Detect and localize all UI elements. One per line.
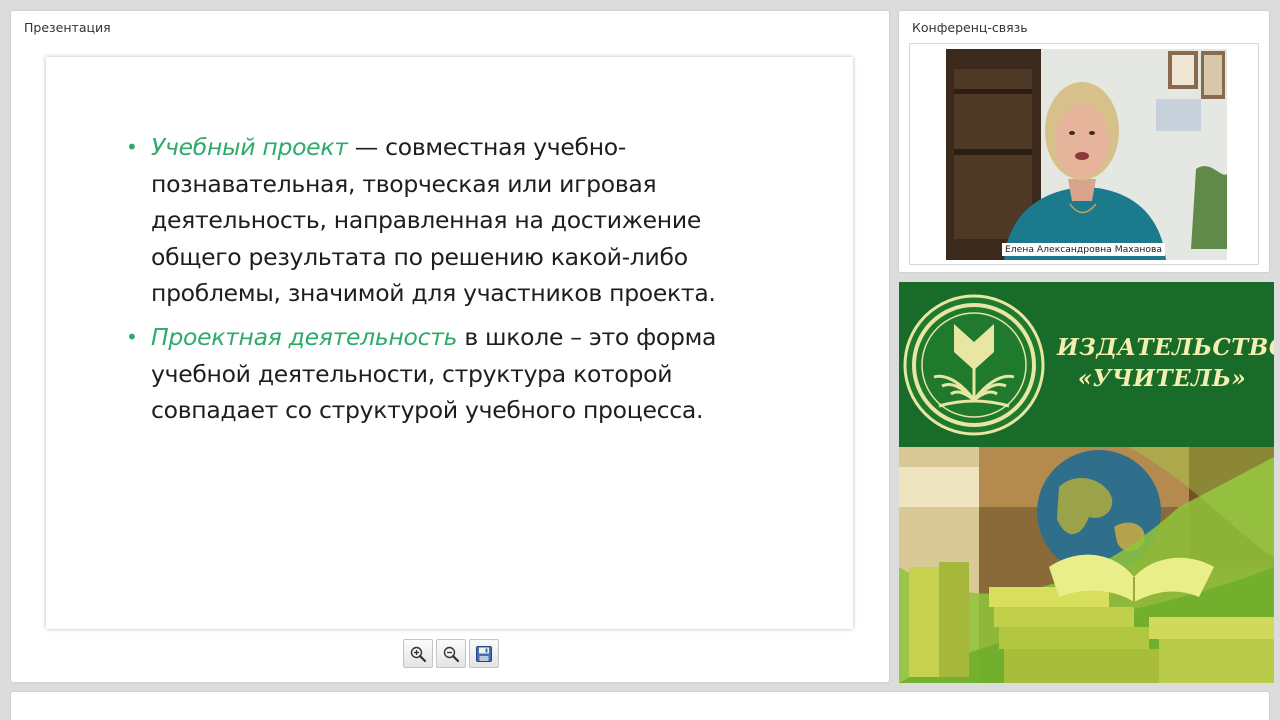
slide-bullet-list: • Учебный проект — совместная учебно-позн… [124,129,764,436]
books-globe-illustration [899,447,1274,683]
publisher-logo-area: ИЗДАТЕЛЬСТВО «УЧИТЕЛЬ» [899,282,1274,447]
zoom-out-button[interactable] [436,639,466,668]
publisher-name-line1: ИЗДАТЕЛЬСТВО [1057,334,1274,361]
bullet-dot-icon: • [126,135,138,159]
presentation-panel-title: Презентация [24,20,111,35]
publisher-books-image [899,447,1274,683]
conference-panel-title: Конференц-связь [912,20,1028,35]
presentation-toolbar [403,639,499,668]
presentation-panel: Презентация • Учебный проект — совместная… [11,11,889,682]
bullet-term: Проектная деятельность [151,322,458,351]
slide-bullet-item: • Учебный проект — совместная учебно-позн… [124,129,764,312]
speaker-name-label: Елена Александровна Маханова [1002,243,1166,256]
conference-panel: Конференц-связь Елена Александровна Маха… [899,11,1269,272]
slide-bullet-item: • Проектная деятельность в школе – это фо… [124,319,764,429]
zoom-out-icon [443,646,460,662]
publisher-logo-icon [903,294,1045,436]
bullet-dot-icon: • [126,324,138,349]
save-button[interactable] [469,639,499,668]
publisher-name-line2: «УЧИТЕЛЬ» [1077,365,1247,392]
zoom-in-icon [410,646,427,662]
presentation-slide: • Учебный проект — совместная учебно-позн… [46,57,853,629]
speaker-video-image [946,49,1227,260]
floppy-disk-icon [476,645,492,662]
speaker-video: Елена Александровна Маханова [946,49,1227,260]
publisher-banner: ИЗДАТЕЛЬСТВО «УЧИТЕЛЬ» [899,282,1274,683]
bottom-panel [11,692,1269,720]
zoom-in-button[interactable] [403,639,433,668]
video-frame: Елена Александровна Маханова [909,43,1259,265]
publisher-name: ИЗДАТЕЛЬСТВО «УЧИТЕЛЬ» [1057,332,1274,394]
bullet-term: Учебный проект [151,133,348,161]
